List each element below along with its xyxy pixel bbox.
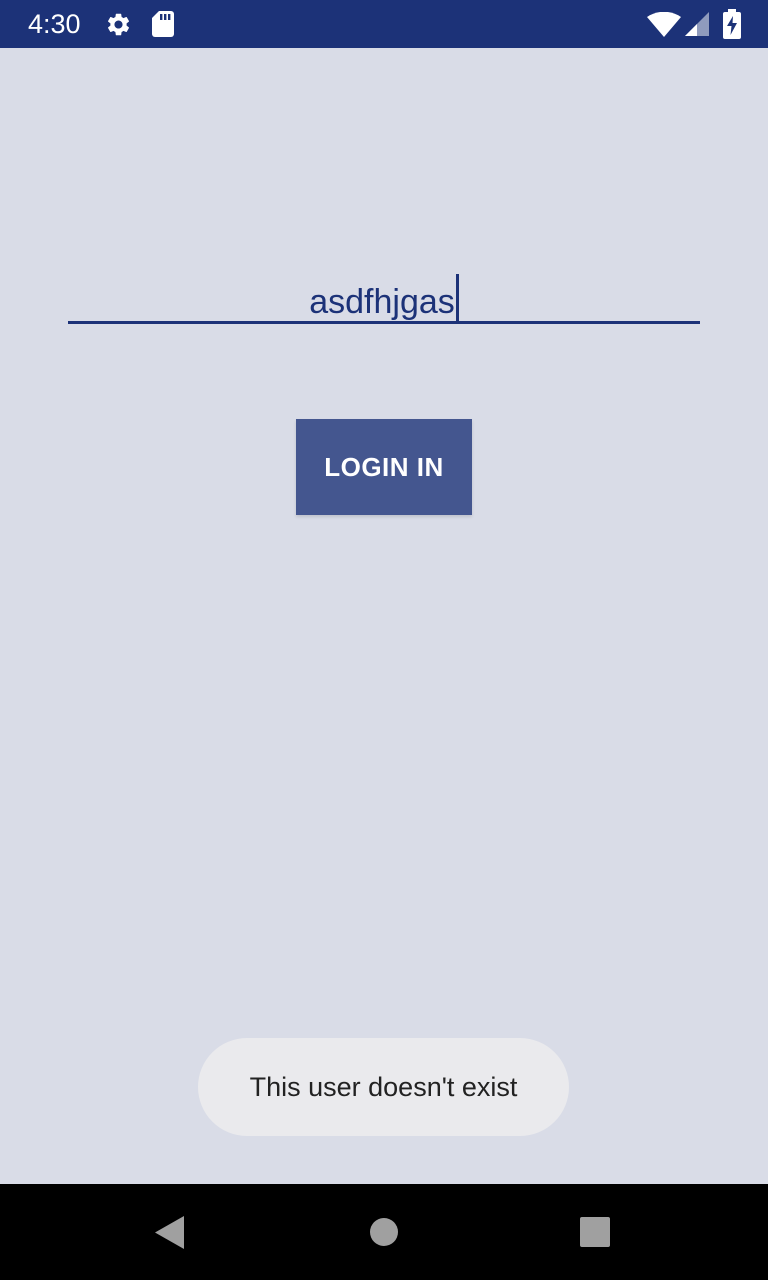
recents-icon[interactable] [580, 1217, 610, 1247]
sd-card-icon [152, 11, 174, 37]
toast-message: This user doesn't exist [198, 1038, 569, 1136]
battery-charging-icon [723, 9, 741, 39]
back-icon[interactable] [155, 1216, 185, 1249]
username-input[interactable]: asdfhjgas [68, 262, 700, 324]
username-input-value[interactable]: asdfhjgas [68, 274, 700, 323]
input-underline [68, 321, 700, 324]
login-screen: 4:30 asdfhjgas LOGIN IN This user doesn'… [0, 0, 768, 1280]
login-button[interactable]: LOGIN IN [296, 419, 472, 515]
signal-icon [685, 12, 709, 36]
navigation-bar [0, 1184, 768, 1280]
gear-icon [107, 13, 130, 36]
status-bar: 4:30 [0, 0, 768, 48]
text-cursor [455, 274, 459, 322]
username-text: asdfhjgas [309, 283, 455, 321]
status-time: 4:30 [28, 9, 81, 39]
home-icon[interactable] [369, 1217, 399, 1247]
wifi-icon [647, 12, 681, 37]
